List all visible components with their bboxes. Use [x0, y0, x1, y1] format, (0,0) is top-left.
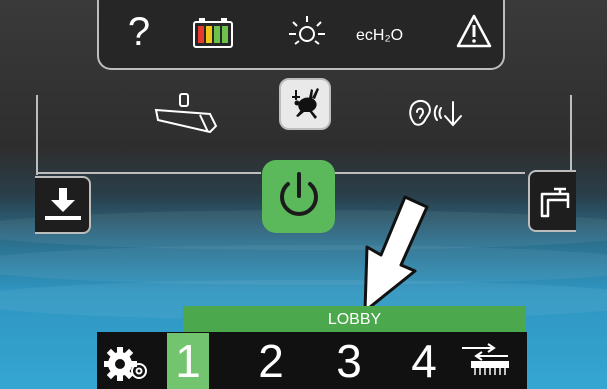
settings-gears-icon[interactable]: [104, 344, 150, 384]
zone-1-button[interactable]: 1: [167, 333, 209, 389]
zone-3-button[interactable]: 3: [328, 333, 370, 389]
download-icon: [43, 186, 83, 226]
frame-right-line: [570, 95, 572, 170]
power-button[interactable]: [262, 160, 335, 233]
warning-icon[interactable]: [456, 14, 492, 48]
brush-icon[interactable]: [150, 92, 220, 136]
scrub-mode-icon[interactable]: [458, 342, 512, 378]
zone-label[interactable]: LOBBY: [183, 306, 526, 333]
pointer-arrow-icon: [345, 195, 435, 315]
frame-lower-right-line: [335, 172, 525, 174]
rabbit-icon: [289, 86, 323, 122]
zone-4-button[interactable]: 4: [403, 333, 445, 389]
speed-mode-tab[interactable]: [279, 78, 331, 130]
ech2o-label[interactable]: ecH₂O: [356, 25, 441, 47]
frame-lower-left-line: [36, 172, 261, 174]
left-side-tab[interactable]: [35, 176, 91, 234]
battery-icon[interactable]: [193, 18, 233, 48]
zone-2-button[interactable]: 2: [250, 333, 292, 389]
frame-left-line: [36, 95, 38, 175]
help-icon[interactable]: ?: [122, 10, 156, 54]
background-streak: [0, 245, 607, 285]
sun-icon[interactable]: [287, 12, 327, 52]
quiet-mode-icon[interactable]: [405, 94, 475, 134]
power-icon: [274, 170, 324, 222]
control-panel-screen: ? ecH₂O LOBBY 1 2 3 4: [0, 0, 607, 389]
right-side-tab[interactable]: [528, 170, 576, 232]
faucet-icon: [538, 186, 574, 220]
